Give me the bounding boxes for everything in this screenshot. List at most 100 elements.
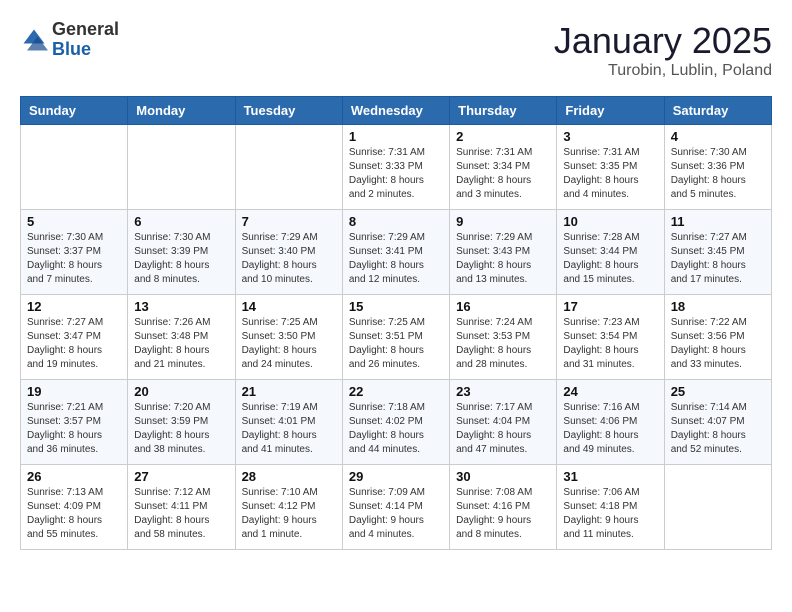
calendar-cell: 23 Sunrise: 7:17 AM Sunset: 4:04 PM Dayli… bbox=[450, 380, 557, 465]
day-number: 30 bbox=[456, 469, 550, 484]
month-title: January 2025 bbox=[554, 20, 772, 62]
weekday-header-monday: Monday bbox=[128, 97, 235, 125]
weekday-header-thursday: Thursday bbox=[450, 97, 557, 125]
day-number: 10 bbox=[563, 214, 657, 229]
calendar-cell: 10 Sunrise: 7:28 AM Sunset: 3:44 PM Dayli… bbox=[557, 210, 664, 295]
day-info: Sunrise: 7:31 AM Sunset: 3:35 PM Dayligh… bbox=[563, 146, 657, 202]
day-number: 7 bbox=[242, 214, 336, 229]
calendar-cell: 14 Sunrise: 7:25 AM Sunset: 3:50 PM Dayli… bbox=[235, 295, 342, 380]
day-number: 23 bbox=[456, 384, 550, 399]
calendar-cell: 6 Sunrise: 7:30 AM Sunset: 3:39 PM Daylig… bbox=[128, 210, 235, 295]
calendar-cell: 19 Sunrise: 7:21 AM Sunset: 3:57 PM Dayli… bbox=[21, 380, 128, 465]
day-info: Sunrise: 7:06 AM Sunset: 4:18 PM Dayligh… bbox=[563, 486, 657, 542]
day-number: 13 bbox=[134, 299, 228, 314]
calendar-cell bbox=[664, 465, 771, 550]
day-info: Sunrise: 7:29 AM Sunset: 3:41 PM Dayligh… bbox=[349, 231, 443, 287]
calendar-cell: 17 Sunrise: 7:23 AM Sunset: 3:54 PM Dayli… bbox=[557, 295, 664, 380]
day-number: 18 bbox=[671, 299, 765, 314]
weekday-header-row: SundayMondayTuesdayWednesdayThursdayFrid… bbox=[21, 97, 772, 125]
day-info: Sunrise: 7:25 AM Sunset: 3:51 PM Dayligh… bbox=[349, 316, 443, 372]
day-number: 8 bbox=[349, 214, 443, 229]
day-info: Sunrise: 7:09 AM Sunset: 4:14 PM Dayligh… bbox=[349, 486, 443, 542]
calendar-cell: 5Sunrise: 7:30 AM Sunset: 3:37 PM Daylig… bbox=[21, 210, 128, 295]
calendar-cell: 15 Sunrise: 7:25 AM Sunset: 3:51 PM Dayli… bbox=[342, 295, 449, 380]
day-info: Sunrise: 7:16 AM Sunset: 4:06 PM Dayligh… bbox=[563, 401, 657, 457]
calendar-cell: 18 Sunrise: 7:22 AM Sunset: 3:56 PM Dayli… bbox=[664, 295, 771, 380]
weekday-header-wednesday: Wednesday bbox=[342, 97, 449, 125]
day-number: 17 bbox=[563, 299, 657, 314]
day-number: 1 bbox=[349, 129, 443, 144]
day-number: 4 bbox=[671, 129, 765, 144]
day-number: 19 bbox=[27, 384, 121, 399]
day-number: 2 bbox=[456, 129, 550, 144]
calendar-week-2: 5Sunrise: 7:30 AM Sunset: 3:37 PM Daylig… bbox=[21, 210, 772, 295]
day-info: Sunrise: 7:29 AM Sunset: 3:43 PM Dayligh… bbox=[456, 231, 550, 287]
day-info: Sunrise: 7:13 AM Sunset: 4:09 PM Dayligh… bbox=[27, 486, 121, 542]
calendar-cell: 21 Sunrise: 7:19 AM Sunset: 4:01 PM Dayli… bbox=[235, 380, 342, 465]
day-info: Sunrise: 7:25 AM Sunset: 3:50 PM Dayligh… bbox=[242, 316, 336, 372]
day-info: Sunrise: 7:17 AM Sunset: 4:04 PM Dayligh… bbox=[456, 401, 550, 457]
day-number: 24 bbox=[563, 384, 657, 399]
calendar-cell: 24 Sunrise: 7:16 AM Sunset: 4:06 PM Dayli… bbox=[557, 380, 664, 465]
day-info: Sunrise: 7:31 AM Sunset: 3:33 PM Dayligh… bbox=[349, 146, 443, 202]
calendar-cell: 3 Sunrise: 7:31 AM Sunset: 3:35 PM Daylig… bbox=[557, 125, 664, 210]
calendar-cell: 1 Sunrise: 7:31 AM Sunset: 3:33 PM Daylig… bbox=[342, 125, 449, 210]
calendar-cell: 22 Sunrise: 7:18 AM Sunset: 4:02 PM Dayli… bbox=[342, 380, 449, 465]
calendar-week-5: 26 Sunrise: 7:13 AM Sunset: 4:09 PM Dayli… bbox=[21, 465, 772, 550]
day-info: Sunrise: 7:31 AM Sunset: 3:34 PM Dayligh… bbox=[456, 146, 550, 202]
day-number: 12 bbox=[27, 299, 121, 314]
day-number: 20 bbox=[134, 384, 228, 399]
calendar-cell: 4Sunrise: 7:30 AM Sunset: 3:36 PM Daylig… bbox=[664, 125, 771, 210]
day-info: Sunrise: 7:14 AM Sunset: 4:07 PM Dayligh… bbox=[671, 401, 765, 457]
day-number: 22 bbox=[349, 384, 443, 399]
calendar-cell: 8 Sunrise: 7:29 AM Sunset: 3:41 PM Daylig… bbox=[342, 210, 449, 295]
day-info: Sunrise: 7:27 AM Sunset: 3:45 PM Dayligh… bbox=[671, 231, 765, 287]
day-number: 21 bbox=[242, 384, 336, 399]
day-number: 3 bbox=[563, 129, 657, 144]
day-number: 27 bbox=[134, 469, 228, 484]
calendar-cell: 12 Sunrise: 7:27 AM Sunset: 3:47 PM Dayli… bbox=[21, 295, 128, 380]
calendar-cell: 26 Sunrise: 7:13 AM Sunset: 4:09 PM Dayli… bbox=[21, 465, 128, 550]
day-info: Sunrise: 7:18 AM Sunset: 4:02 PM Dayligh… bbox=[349, 401, 443, 457]
day-info: Sunrise: 7:21 AM Sunset: 3:57 PM Dayligh… bbox=[27, 401, 121, 457]
day-info: Sunrise: 7:27 AM Sunset: 3:47 PM Dayligh… bbox=[27, 316, 121, 372]
day-number: 15 bbox=[349, 299, 443, 314]
calendar-cell: 2 Sunrise: 7:31 AM Sunset: 3:34 PM Daylig… bbox=[450, 125, 557, 210]
day-info: Sunrise: 7:30 AM Sunset: 3:39 PM Dayligh… bbox=[134, 231, 228, 287]
day-info: Sunrise: 7:22 AM Sunset: 3:56 PM Dayligh… bbox=[671, 316, 765, 372]
calendar-cell: 25 Sunrise: 7:14 AM Sunset: 4:07 PM Dayli… bbox=[664, 380, 771, 465]
day-info: Sunrise: 7:26 AM Sunset: 3:48 PM Dayligh… bbox=[134, 316, 228, 372]
day-number: 9 bbox=[456, 214, 550, 229]
location: Turobin, Lublin, Poland bbox=[554, 62, 772, 80]
calendar-cell bbox=[21, 125, 128, 210]
calendar-cell: 28Sunrise: 7:10 AM Sunset: 4:12 PM Dayli… bbox=[235, 465, 342, 550]
calendar-cell: 29 Sunrise: 7:09 AM Sunset: 4:14 PM Dayli… bbox=[342, 465, 449, 550]
day-info: Sunrise: 7:12 AM Sunset: 4:11 PM Dayligh… bbox=[134, 486, 228, 542]
day-number: 16 bbox=[456, 299, 550, 314]
calendar-cell: 16 Sunrise: 7:24 AM Sunset: 3:53 PM Dayli… bbox=[450, 295, 557, 380]
calendar-cell: 9 Sunrise: 7:29 AM Sunset: 3:43 PM Daylig… bbox=[450, 210, 557, 295]
weekday-header-saturday: Saturday bbox=[664, 97, 771, 125]
day-number: 6 bbox=[134, 214, 228, 229]
logo: General Blue bbox=[20, 20, 119, 60]
day-info: Sunrise: 7:24 AM Sunset: 3:53 PM Dayligh… bbox=[456, 316, 550, 372]
day-number: 31 bbox=[563, 469, 657, 484]
calendar-cell: 27 Sunrise: 7:12 AM Sunset: 4:11 PM Dayli… bbox=[128, 465, 235, 550]
day-info: Sunrise: 7:28 AM Sunset: 3:44 PM Dayligh… bbox=[563, 231, 657, 287]
weekday-header-tuesday: Tuesday bbox=[235, 97, 342, 125]
day-number: 26 bbox=[27, 469, 121, 484]
calendar-week-4: 19 Sunrise: 7:21 AM Sunset: 3:57 PM Dayli… bbox=[21, 380, 772, 465]
day-info: Sunrise: 7:23 AM Sunset: 3:54 PM Dayligh… bbox=[563, 316, 657, 372]
day-info: Sunrise: 7:10 AM Sunset: 4:12 PM Dayligh… bbox=[242, 486, 336, 542]
calendar-cell: 7 Sunrise: 7:29 AM Sunset: 3:40 PM Daylig… bbox=[235, 210, 342, 295]
day-number: 25 bbox=[671, 384, 765, 399]
day-info: Sunrise: 7:29 AM Sunset: 3:40 PM Dayligh… bbox=[242, 231, 336, 287]
day-number: 29 bbox=[349, 469, 443, 484]
calendar-cell: 30Sunrise: 7:08 AM Sunset: 4:16 PM Dayli… bbox=[450, 465, 557, 550]
day-info: Sunrise: 7:20 AM Sunset: 3:59 PM Dayligh… bbox=[134, 401, 228, 457]
calendar-cell bbox=[128, 125, 235, 210]
calendar-table: SundayMondayTuesdayWednesdayThursdayFrid… bbox=[20, 96, 772, 550]
day-number: 14 bbox=[242, 299, 336, 314]
logo-icon bbox=[20, 26, 48, 54]
day-info: Sunrise: 7:19 AM Sunset: 4:01 PM Dayligh… bbox=[242, 401, 336, 457]
